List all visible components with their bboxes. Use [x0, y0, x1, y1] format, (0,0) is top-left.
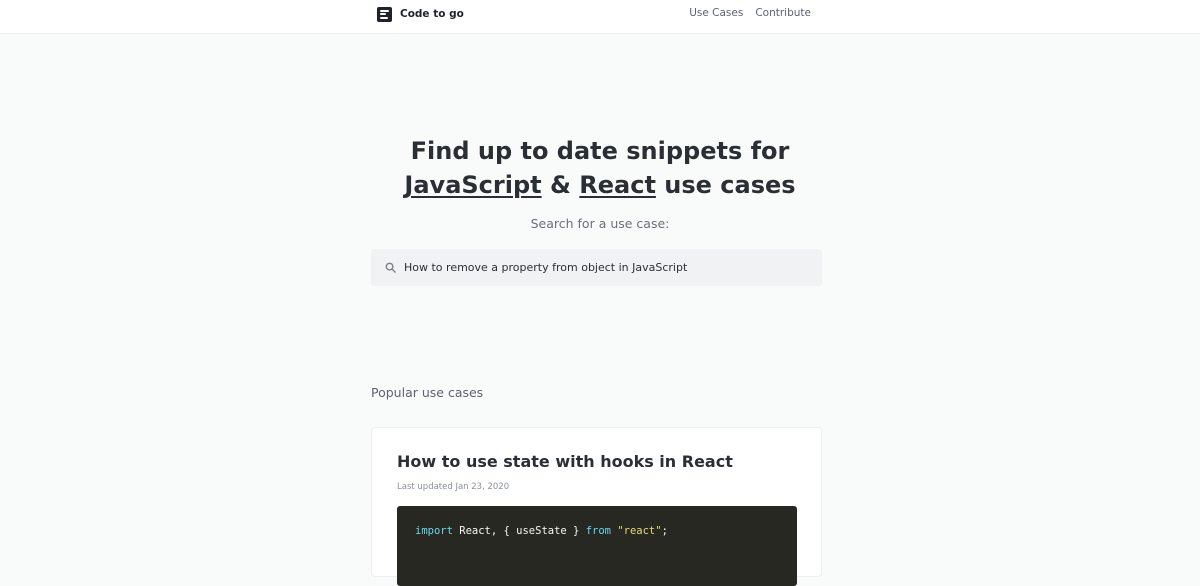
- code-snippet: import React, { useState } from "react";: [397, 506, 797, 586]
- hero-title-ampersand: &: [549, 171, 571, 199]
- brand-link[interactable]: Code to go: [377, 5, 464, 23]
- card-updated-date: Last updated Jan 23, 2020: [397, 482, 510, 492]
- hero-title-react: React: [579, 171, 656, 199]
- top-navbar: Code to go Use Cases Contribute: [0, 0, 1200, 34]
- nav-contribute[interactable]: Contribute: [755, 7, 811, 19]
- code-string: "react": [617, 525, 662, 537]
- search-box[interactable]: [371, 249, 822, 286]
- hero-title-javascript: JavaScript: [404, 171, 542, 199]
- code-keyword-import: import: [415, 525, 453, 537]
- search-input[interactable]: [404, 261, 822, 274]
- main-nav: Use Cases Contribute: [689, 7, 811, 19]
- card-title[interactable]: How to use state with hooks in React: [397, 452, 733, 471]
- code-keyword-from: from: [585, 525, 611, 537]
- hero-title-line1: Find up to date snippets for: [410, 137, 790, 165]
- code-logo-icon: [377, 6, 392, 22]
- code-semicolon: ;: [661, 525, 668, 537]
- nav-use-cases[interactable]: Use Cases: [689, 7, 743, 19]
- brand-name: Code to go: [400, 8, 464, 20]
- use-case-card[interactable]: How to use state with hooks in React Las…: [371, 427, 822, 586]
- popular-section-title: Popular use cases: [371, 385, 484, 400]
- search-label: Search for a use case:: [530, 216, 670, 231]
- search-icon: [385, 262, 396, 273]
- hero-title-tail: use cases: [664, 171, 796, 199]
- code-text: React, { useState }: [452, 525, 586, 537]
- hero-title: Find up to date snippets for JavaScript …: [300, 134, 900, 202]
